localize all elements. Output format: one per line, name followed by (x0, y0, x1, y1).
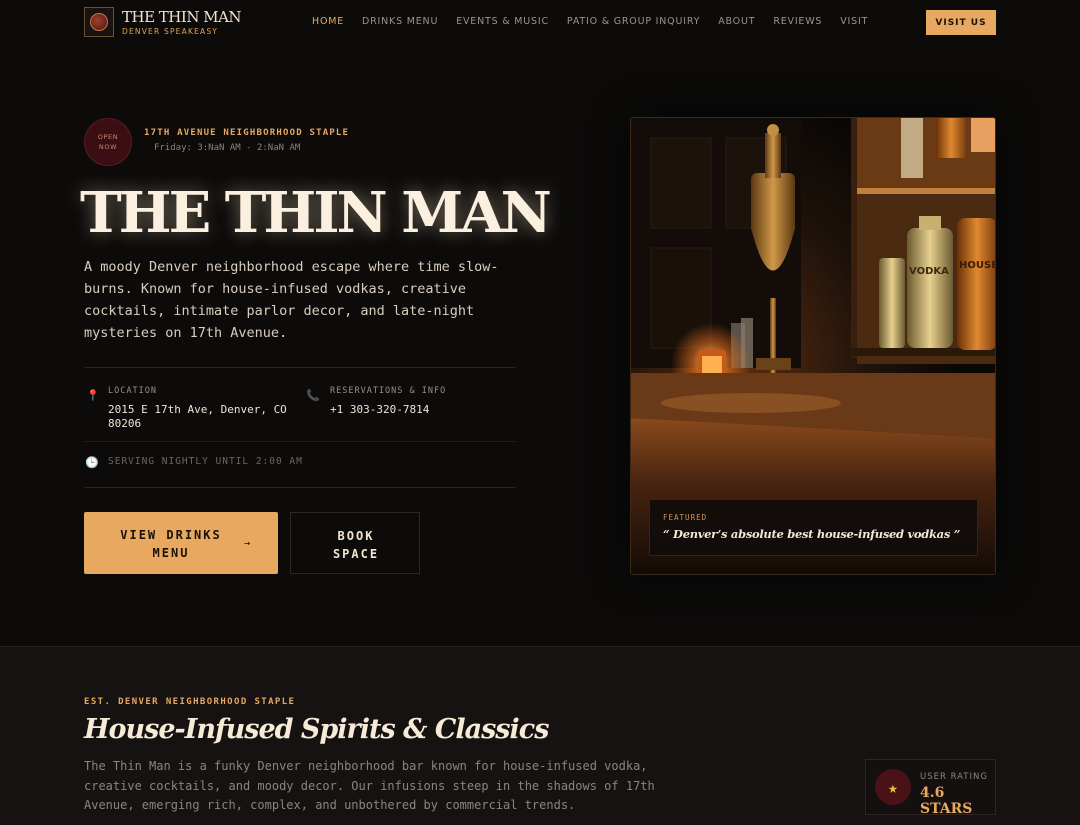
brand-name: THE THIN MAN (122, 7, 242, 26)
button-label-line-1: VIEW DRINKS (120, 528, 222, 542)
bottle-label-house: HOUSE (959, 260, 996, 271)
rating-value: 4.6 STARS (920, 785, 973, 817)
open-now-badge: OPEN NOW (84, 118, 132, 166)
rating-label: USER RATING (920, 772, 988, 782)
hero-description: A moody Denver neighborhood escape where… (84, 259, 499, 341)
bar-photo: VODKA HOUSE FEATURED “ Denver’s absolute… (630, 117, 996, 575)
nav-patio-group-inquiry[interactable]: PATIO & GROUP INQUIRY (567, 16, 700, 27)
hero-title: THE THIN MAN (80, 180, 552, 246)
divider (84, 441, 516, 442)
divider (84, 487, 516, 488)
star-icon: ★ (888, 777, 898, 797)
location-line-2: 80206 (108, 417, 142, 430)
button-label-line-2: MENU (152, 546, 190, 560)
badge-line-2: NOW (98, 143, 118, 151)
featured-quote-card: FEATURED “ Denver’s absolute best house-… (649, 499, 978, 556)
nav-drinks-menu[interactable]: DRINKS MENU (362, 16, 438, 27)
user-rating-card: ★ USER RATING 4.6 STARS (865, 759, 996, 817)
featured-label: FEATURED (663, 513, 708, 522)
phone-icon: 📞 (306, 389, 320, 402)
nav-visit[interactable]: VISIT (840, 16, 868, 27)
nav-home[interactable]: HOME (312, 16, 344, 27)
section-description: The Thin Man is a funky Denver neighborh… (84, 759, 655, 812)
featured-quote: “ Denver’s absolute best house-infused v… (663, 527, 961, 541)
infused-spirits-section: EST. DENVER NEIGHBORHOOD STAPLE House-In… (0, 646, 1080, 825)
badge-line-1: OPEN (97, 133, 119, 141)
serving-hours: SERVING NIGHTLY UNTIL 2:00 AM (108, 456, 303, 467)
top-nav: THE THIN MAN DENVER SPEAKEASY HOME DRINK… (0, 0, 1080, 46)
logo-emblem-icon (84, 7, 114, 37)
bottle-label-vodka: VODKA (909, 266, 949, 277)
nav-reviews[interactable]: REVIEWS (773, 16, 822, 27)
hero-kicker: 17TH AVENUE NEIGHBORHOOD STAPLE (144, 128, 350, 138)
nav-events-music[interactable]: EVENTS & MUSIC (456, 16, 549, 27)
nav-links: HOME DRINKS MENU EVENTS & MUSIC PATIO & … (312, 16, 886, 27)
section-kicker: EST. DENVER NEIGHBORHOOD STAPLE (84, 697, 296, 707)
nav-about[interactable]: ABOUT (718, 16, 755, 27)
view-drinks-menu-button[interactable]: VIEW DRINKS MENU → (84, 512, 278, 574)
book-space-button[interactable]: BOOK SPACE (290, 512, 420, 574)
brand-logo[interactable]: THE THIN MAN DENVER SPEAKEASY (84, 7, 242, 37)
brand-subtitle: DENVER SPEAKEASY (122, 26, 219, 36)
arrow-right-icon: → (244, 538, 251, 549)
location-line-1: 2015 E 17th Ave, Denver, CO (108, 403, 287, 416)
map-pin-icon: 📍 (86, 389, 100, 402)
reservations-label: RESERVATIONS & INFO (330, 386, 447, 396)
button-label-line-1: BOOK (337, 529, 375, 543)
divider (84, 367, 516, 368)
button-label-line-2: SPACE (332, 547, 380, 561)
location-label: LOCATION (108, 386, 157, 396)
section-title: House-Infused Spirits & Classics (84, 714, 549, 745)
phone-number[interactable]: +1 303-320-7814 (330, 402, 429, 417)
star-badge: ★ (875, 769, 911, 805)
hours-text: Friday: 3:NaN AM - 2:NaN AM (154, 143, 301, 153)
visit-us-button[interactable]: VISIT US (926, 10, 996, 35)
clock-icon: 🕒 (85, 456, 99, 469)
